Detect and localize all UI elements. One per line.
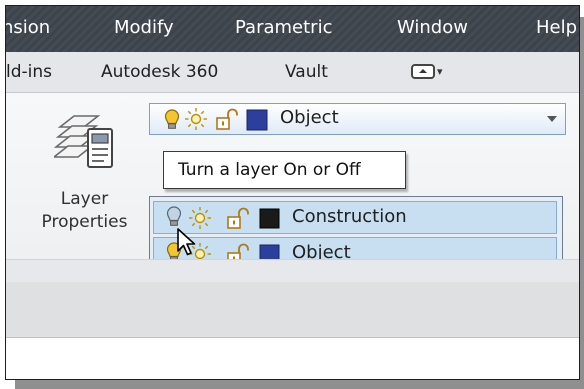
- tab-add-ins[interactable]: ld-ins: [6, 62, 52, 82]
- chevron-down-icon[interactable]: ▾: [437, 65, 443, 78]
- color-swatch-icon[interactable]: [259, 208, 280, 229]
- lightbulb-on-icon: [164, 109, 180, 129]
- current-layer-name: Object: [280, 107, 339, 128]
- layer-dropdown[interactable]: Object: [149, 103, 566, 135]
- tab-autodesk-360[interactable]: Autodesk 360: [101, 62, 218, 82]
- menu-help[interactable]: Help: [536, 17, 577, 38]
- unlock-icon[interactable]: [227, 207, 249, 229]
- tab-dropdown-icon[interactable]: [411, 64, 435, 79]
- mouse-cursor-icon: [177, 228, 196, 256]
- tooltip-text: Turn a layer On or Off: [178, 160, 361, 180]
- layer-properties-icon: [54, 115, 113, 168]
- list-item-construction[interactable]: Construction: [153, 201, 557, 234]
- sun-icon: [185, 108, 207, 130]
- ribbon-tab-strip: [6, 282, 579, 338]
- layer-properties-button[interactable]: Layer Properties: [26, 103, 143, 243]
- lightbulb-off-icon[interactable]: [166, 206, 182, 226]
- unlock-icon: [216, 108, 238, 130]
- tab-vault[interactable]: Vault: [285, 62, 328, 82]
- tooltip: Turn a layer On or Off: [163, 151, 406, 189]
- layer-properties-label: Layer Properties: [41, 189, 128, 232]
- menu-bar: nsion Modify Parametric Window Help: [6, 6, 579, 52]
- layer-name: Construction: [292, 206, 407, 227]
- app-window: nsion Modify Parametric Window Help ld-i…: [5, 5, 580, 380]
- menu-window[interactable]: Window: [397, 17, 468, 38]
- menu-parametric[interactable]: Parametric: [235, 17, 332, 38]
- sun-icon[interactable]: [189, 207, 211, 229]
- ribbon-panel: Layer Properties Object Turn a layer On …: [6, 93, 579, 274]
- menu-dimension[interactable]: nsion: [6, 17, 50, 38]
- ribbon-panel-footer: [6, 259, 579, 283]
- ribbon-tab-bar: ld-ins Autodesk 360 Vault ▾: [6, 52, 579, 93]
- color-swatch-icon: [246, 109, 268, 131]
- menu-modify[interactable]: Modify: [114, 17, 174, 38]
- chevron-down-icon[interactable]: [547, 116, 557, 122]
